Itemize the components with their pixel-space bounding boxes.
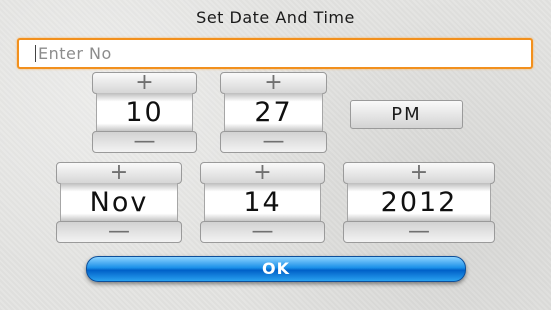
- year-decrement-button[interactable]: —: [343, 221, 495, 243]
- ampm-toggle-button[interactable]: PM: [350, 100, 463, 129]
- dialog-title: Set Date And Time: [196, 8, 355, 27]
- minute-decrement-button[interactable]: —: [220, 131, 327, 153]
- year-spinner: + 2012 —: [343, 162, 495, 243]
- hour-spinner: + 10 —: [92, 72, 197, 153]
- year-increment-button[interactable]: +: [343, 162, 495, 184]
- ok-button[interactable]: OK: [86, 256, 466, 282]
- text-caret: [35, 45, 36, 62]
- year-value[interactable]: 2012: [347, 183, 491, 222]
- minute-spinner: + 27 —: [220, 72, 327, 153]
- minute-increment-button[interactable]: +: [220, 72, 327, 94]
- month-value[interactable]: Nov: [60, 183, 178, 222]
- day-value[interactable]: 14: [204, 183, 321, 222]
- hour-increment-button[interactable]: +: [92, 72, 197, 94]
- hour-value[interactable]: 10: [96, 93, 193, 132]
- day-spinner: + 14 —: [200, 162, 325, 243]
- day-decrement-button[interactable]: —: [200, 221, 325, 243]
- month-increment-button[interactable]: +: [56, 162, 182, 184]
- number-input-placeholder: Enter No: [38, 44, 112, 63]
- month-decrement-button[interactable]: —: [56, 221, 182, 243]
- month-spinner: + Nov —: [56, 162, 182, 243]
- day-increment-button[interactable]: +: [200, 162, 325, 184]
- number-input[interactable]: Enter No: [17, 38, 533, 69]
- minute-value[interactable]: 27: [224, 93, 323, 132]
- hour-decrement-button[interactable]: —: [92, 131, 197, 153]
